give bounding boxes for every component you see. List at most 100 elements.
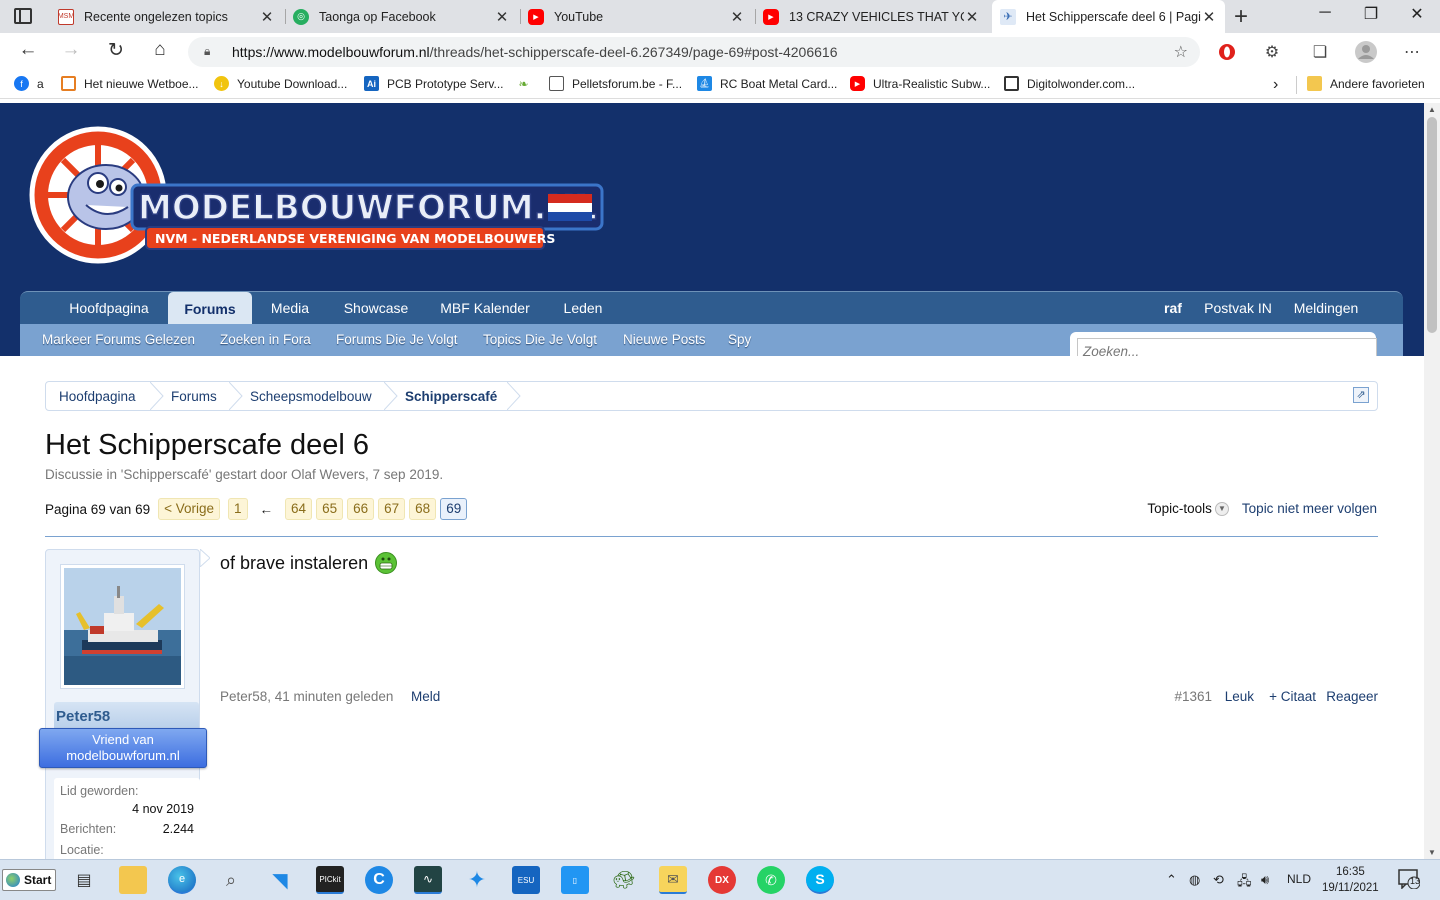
add-favorite-icon[interactable]: ☆ <box>1174 42 1188 62</box>
notifications-icon[interactable]: 13 <box>1398 869 1422 891</box>
subnav-zoeken[interactable]: Zoeken in Fora <box>220 332 311 347</box>
subnav-forums-volgt[interactable]: Forums Die Je Volgt <box>336 332 458 347</box>
nav-showcase[interactable]: Showcase <box>332 292 420 324</box>
collections-icon[interactable]: ❏ <box>1308 40 1332 64</box>
page-scrollbar[interactable]: ▲ ▼ <box>1424 103 1440 859</box>
volume-icon[interactable]: 🔊︎ <box>1261 872 1269 888</box>
opera-extension-icon[interactable] <box>1215 40 1239 64</box>
page-link[interactable]: 66 <box>347 498 375 520</box>
chevron-right-icon[interactable]: › <box>1273 76 1278 94</box>
tab-actions-icon[interactable] <box>14 8 32 24</box>
url-field[interactable]: 🔒︎ https://www.modelbouwforum.nl/threads… <box>188 37 1200 67</box>
like-link[interactable]: Leuk <box>1225 689 1254 704</box>
dx-app-icon[interactable]: DX <box>708 866 736 894</box>
tray-sync-icon[interactable]: ⟲ <box>1213 872 1224 888</box>
bookmark-item[interactable]: Digitolwonder.com... <box>1004 76 1135 91</box>
page-link[interactable]: 1 <box>228 498 248 520</box>
close-icon[interactable]: ✕ <box>259 8 275 26</box>
oscilloscope-icon[interactable]: ∿ <box>414 866 442 894</box>
diamond-app-icon[interactable]: ✦ <box>463 866 491 894</box>
report-link[interactable]: Meld <box>411 689 440 704</box>
skype-icon[interactable]: S <box>806 866 834 894</box>
messages-value[interactable]: 2.244 <box>163 822 194 836</box>
page-link[interactable]: 67 <box>378 498 406 520</box>
close-icon[interactable]: ✕ <box>494 8 510 26</box>
post-number[interactable]: #1361 <box>1174 689 1212 704</box>
task-view-icon[interactable]: ▤ <box>70 866 98 894</box>
restore-icon[interactable]: ❐ <box>1348 4 1394 24</box>
close-icon[interactable]: ✕ <box>964 8 980 26</box>
crumb-schipperscafe[interactable]: Schipperscafé <box>405 389 497 404</box>
nav-meldingen[interactable]: Meldingen <box>1286 292 1366 324</box>
close-icon[interactable]: ✕ <box>729 8 745 26</box>
bookmark-item[interactable]: ▶ Ultra-Realistic Subw... <box>850 76 990 91</box>
nav-user-raf[interactable]: raf <box>1155 292 1191 324</box>
bookmark-item[interactable]: ⛵︎ RC Boat Metal Card... <box>697 76 837 91</box>
nav-leden[interactable]: Leden <box>550 292 616 324</box>
site-logo[interactable]: MODELBOUWFORUM.NL NVM - NEDERLANDSE VERE… <box>28 117 608 267</box>
language-indicator[interactable]: NLD <box>1287 872 1311 886</box>
kompas-icon[interactable]: ◥ <box>266 866 294 894</box>
nav-media[interactable]: Media <box>258 292 322 324</box>
pickit-icon[interactable]: PICkit <box>316 866 344 894</box>
reload-icon[interactable]: ↻ <box>103 39 129 62</box>
nav-hoofdpagina[interactable]: Hoofdpagina <box>56 292 162 324</box>
phone-app-icon[interactable]: ▯ <box>561 866 589 894</box>
network-icon[interactable]: 🖧︎ <box>1237 872 1252 894</box>
bookmark-item[interactable]: Het nieuwe Wetboe... <box>61 76 199 91</box>
page-link[interactable]: 65 <box>316 498 344 520</box>
tab-schipperscafe[interactable]: ✈ Het Schipperscafe deel 6 | Pagin ✕ <box>992 0 1225 33</box>
post-author-time[interactable]: Peter58, 41 minuten geleden <box>220 689 393 704</box>
current-page[interactable]: 69 <box>440 498 468 520</box>
turtle-app-icon[interactable]: 🐢︎ <box>610 866 638 894</box>
tab-taonga-facebook[interactable]: ◎ Taonga op Facebook ✕ <box>285 0 518 33</box>
page-link[interactable]: 68 <box>409 498 437 520</box>
scroll-thumb[interactable] <box>1427 117 1437 333</box>
tab-youtube[interactable]: ▶ YouTube ✕ <box>520 0 753 33</box>
back-icon[interactable]: ← <box>15 39 41 61</box>
subnav-nieuwe-posts[interactable]: Nieuwe Posts <box>623 332 706 347</box>
lock-icon[interactable]: 🔒︎ <box>204 44 210 59</box>
forward-icon[interactable]: → <box>58 39 84 61</box>
home-icon[interactable]: ⌂ <box>147 39 173 61</box>
crumb-hoofdpagina[interactable]: Hoofdpagina <box>59 389 136 404</box>
chevron-down-icon[interactable]: ▼ <box>1214 501 1229 516</box>
start-button[interactable]: Start <box>2 869 56 891</box>
username[interactable]: Peter58 <box>56 708 110 725</box>
minimize-icon[interactable]: ─ <box>1302 4 1348 22</box>
reply-link[interactable]: Reageer <box>1326 689 1378 704</box>
scroll-up-icon[interactable]: ▲ <box>1428 105 1436 114</box>
prev-page-button[interactable]: < Vorige <box>158 498 221 520</box>
bookmark-item[interactable]: ❧ <box>516 76 539 91</box>
clock[interactable]: 16:35 19/11/2021 <box>1322 864 1379 896</box>
subnav-markeer-gelezen[interactable]: Markeer Forums Gelezen <box>42 332 195 347</box>
tab-recente-topics[interactable]: MSM Recente ongelezen topics ✕ <box>50 0 283 33</box>
tray-app-icon[interactable]: ◍ <box>1189 872 1200 888</box>
bookmark-item[interactable]: Ai PCB Prototype Serv... <box>364 76 504 91</box>
bookmark-item[interactable]: fa <box>14 76 44 91</box>
nav-postvak-in[interactable]: Postvak IN <box>1198 292 1278 324</box>
crumb-forums[interactable]: Forums <box>171 389 217 404</box>
mail-app-icon[interactable]: ✉ <box>659 866 687 894</box>
quote-link[interactable]: + Citaat <box>1269 689 1316 704</box>
crumb-scheepsmodelbouw[interactable]: Scheepsmodelbouw <box>250 389 372 404</box>
esu-icon[interactable]: ESU <box>512 866 540 894</box>
tray-chevron-icon[interactable]: ⌃ <box>1166 872 1177 888</box>
search-icon[interactable]: ⌕ <box>217 866 245 894</box>
profile-avatar[interactable] <box>1354 40 1378 64</box>
jump-to-icon[interactable]: ⇗ <box>1353 387 1369 403</box>
other-favorites[interactable]: Andere favorieten <box>1307 76 1425 91</box>
close-window-icon[interactable]: ✕ <box>1394 4 1440 24</box>
nav-mbf-kalender[interactable]: MBF Kalender <box>432 292 538 324</box>
close-icon[interactable]: ✕ <box>1201 8 1217 26</box>
tab-crazy-vehicles[interactable]: ▶ 13 CRAZY VEHICLES THAT YOU ✕ <box>755 0 988 33</box>
extensions-icon[interactable]: ⚙ <box>1260 40 1284 64</box>
nav-forums[interactable]: Forums <box>168 292 252 325</box>
new-tab-icon[interactable]: + <box>1234 3 1248 31</box>
ccleaner-icon[interactable]: C <box>365 866 393 894</box>
bookmark-item[interactable]: Pelletsforum.be - F... <box>549 76 682 91</box>
page-skip-arrow[interactable]: ← <box>260 502 274 517</box>
subnav-topics-volgt[interactable]: Topics Die Je Volgt <box>483 332 597 347</box>
whatsapp-icon[interactable]: ✆ <box>757 866 785 894</box>
scroll-down-icon[interactable]: ▼ <box>1428 848 1436 857</box>
